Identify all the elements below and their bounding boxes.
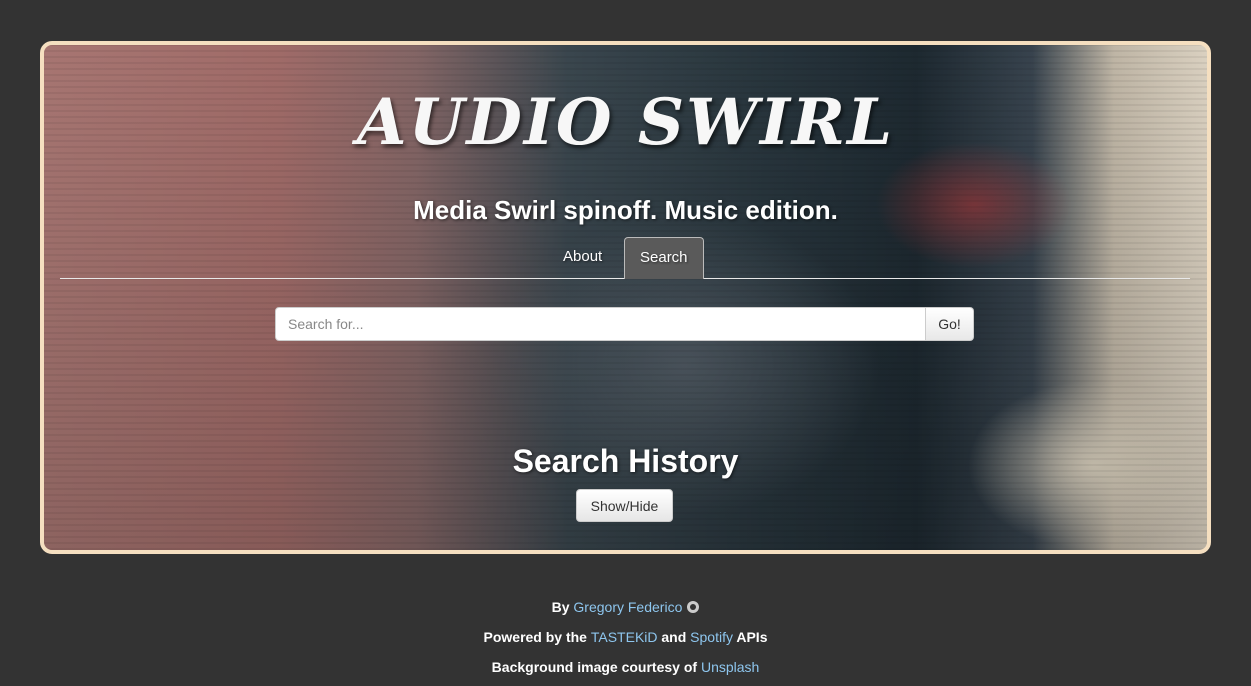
app-title: AUDIO SWIRL — [356, 85, 895, 160]
hero-content: AUDIO SWIRL Media Swirl spinoff. Music e… — [44, 45, 1207, 550]
unsplash-link[interactable]: Unsplash — [701, 659, 759, 675]
background-credit-label: Background image courtesy of — [491, 659, 698, 675]
show-hide-button[interactable]: Show/Hide — [576, 489, 673, 522]
apis-label: APIs — [736, 629, 768, 645]
footer-credit-line: Background image courtesy of Unsplash — [0, 656, 1251, 686]
go-button[interactable]: Go! — [926, 307, 974, 341]
search-input[interactable] — [275, 307, 926, 341]
search-history-heading: Search History — [512, 443, 739, 479]
hero-panel: AUDIO SWIRL Media Swirl spinoff. Music e… — [40, 41, 1211, 554]
search-bar: Go! — [275, 307, 974, 341]
and-label: and — [661, 629, 687, 645]
app-subtitle: Media Swirl spinoff. Music edition. — [413, 195, 838, 225]
tastekid-link[interactable]: TASTEKiD — [591, 629, 658, 645]
author-link[interactable]: Gregory Federico — [573, 599, 682, 615]
spotify-link[interactable]: Spotify — [690, 629, 733, 645]
powered-label: Powered by the — [483, 629, 587, 645]
github-icon[interactable] — [687, 601, 700, 613]
tab-search[interactable]: Search — [624, 237, 704, 279]
footer-author-line: By Gregory Federico — [0, 596, 1251, 626]
footer-powered-line: Powered by the TASTEKiD and Spotify APIs — [0, 626, 1251, 656]
footer: By Gregory Federico Powered by the TASTE… — [0, 596, 1251, 686]
tab-about[interactable]: About — [548, 237, 617, 277]
nav-tabs: About Search — [60, 237, 1190, 279]
by-label: By — [551, 599, 570, 615]
